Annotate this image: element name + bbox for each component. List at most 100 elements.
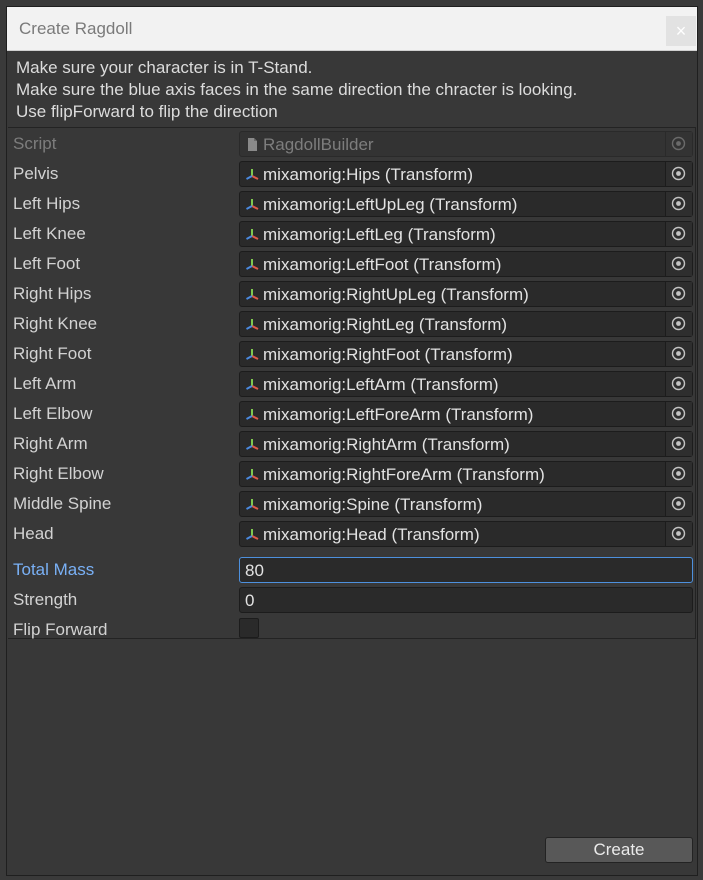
object-picker-icon <box>671 226 686 241</box>
right-knee-label: Right Knee <box>13 314 98 333</box>
right-arm-value: mixamorig:RightArm (Transform) <box>263 435 510 454</box>
script-row: Script RagdollBuilder <box>8 131 696 157</box>
bone-row-left-hips: Left Hips mixamorig:LeftUpLeg (Transform) <box>8 191 696 217</box>
script-field: RagdollBuilder <box>239 131 693 157</box>
right-elbow-label: Right Elbow <box>13 464 104 483</box>
script-label: Script <box>13 134 57 153</box>
bone-row-left-arm: Left Arm mixamorig:LeftArm (Transform) <box>8 371 696 397</box>
middle-spine-object-field[interactable]: mixamorig:Spine (Transform) <box>239 491 693 517</box>
flip-forward-row: Flip Forward <box>8 617 696 643</box>
bone-row-head: Head mixamorig:Head (Transform) <box>8 521 696 547</box>
flip-forward-label: Flip Forward <box>13 620 108 639</box>
object-picker-icon <box>671 196 686 211</box>
pelvis-label: Pelvis <box>13 164 59 183</box>
flip-forward-checkbox[interactable] <box>239 618 259 638</box>
bone-row-right-knee: Right Knee mixamorig:RightLeg (Transform) <box>8 311 696 337</box>
head-value: mixamorig:Head (Transform) <box>263 525 480 544</box>
bone-row-right-foot: Right Foot mixamorig:RightFoot (Transform… <box>8 341 696 367</box>
head-object-field[interactable]: mixamorig:Head (Transform) <box>239 521 693 547</box>
head-picker-button[interactable] <box>665 522 692 546</box>
head-label: Head <box>13 524 54 543</box>
left-hips-object-field[interactable]: mixamorig:LeftUpLeg (Transform) <box>239 191 693 217</box>
object-picker-icon <box>671 406 686 421</box>
left-elbow-object-field[interactable]: mixamorig:LeftForeArm (Transform) <box>239 401 693 427</box>
left-elbow-value: mixamorig:LeftForeArm (Transform) <box>263 405 534 424</box>
object-picker-icon <box>671 346 686 361</box>
help-line-3: Use flipForward to flip the direction <box>16 102 278 121</box>
create-ragdoll-window: Create Ragdoll × Make sure your characte… <box>6 6 698 876</box>
right-foot-label: Right Foot <box>13 344 92 363</box>
right-elbow-object-field[interactable]: mixamorig:RightForeArm (Transform) <box>239 461 693 487</box>
right-foot-picker-button[interactable] <box>665 342 692 366</box>
right-knee-picker-button[interactable] <box>665 312 692 336</box>
right-elbow-value: mixamorig:RightForeArm (Transform) <box>263 465 545 484</box>
bone-row-right-arm: Right Arm mixamorig:RightArm (Transform) <box>8 431 696 457</box>
left-knee-object-field[interactable]: mixamorig:LeftLeg (Transform) <box>239 221 693 247</box>
middle-spine-picker-button[interactable] <box>665 492 692 516</box>
left-arm-label: Left Arm <box>13 374 77 393</box>
left-hips-label: Left Hips <box>13 194 81 213</box>
object-picker-icon <box>671 286 686 301</box>
transform-axis-icon <box>246 409 259 420</box>
strength-label: Strength <box>13 590 78 609</box>
transform-axis-icon <box>246 169 259 180</box>
bone-row-left-foot: Left Foot mixamorig:LeftFoot (Transform) <box>8 251 696 277</box>
total-mass-value: 80 <box>245 561 264 580</box>
close-button[interactable]: × <box>666 16 696 46</box>
right-knee-object-field[interactable]: mixamorig:RightLeg (Transform) <box>239 311 693 337</box>
left-knee-value: mixamorig:LeftLeg (Transform) <box>263 225 496 244</box>
right-foot-object-field[interactable]: mixamorig:RightFoot (Transform) <box>239 341 693 367</box>
left-hips-picker-button[interactable] <box>665 192 692 216</box>
left-arm-picker-button[interactable] <box>665 372 692 396</box>
total-mass-row: Total Mass 80 <box>8 557 696 583</box>
transform-axis-icon <box>246 439 259 450</box>
total-mass-input[interactable]: 80 <box>239 557 693 583</box>
strength-input[interactable]: 0 <box>239 587 693 613</box>
pelvis-picker-button[interactable] <box>665 162 692 186</box>
right-arm-label: Right Arm <box>13 434 88 453</box>
transform-axis-icon <box>246 319 259 330</box>
left-elbow-label: Left Elbow <box>13 404 93 423</box>
left-elbow-picker-button[interactable] <box>665 402 692 426</box>
left-knee-picker-button[interactable] <box>665 222 692 246</box>
object-picker-icon <box>671 496 686 511</box>
help-text: Make sure your character is in T-Stand. … <box>16 57 577 123</box>
pelvis-object-field[interactable]: mixamorig:Hips (Transform) <box>239 161 693 187</box>
title-bar: Create Ragdoll × <box>7 7 697 51</box>
left-foot-picker-button[interactable] <box>665 252 692 276</box>
transform-axis-icon <box>246 469 259 480</box>
right-hips-picker-button[interactable] <box>665 282 692 306</box>
object-picker-icon <box>671 166 686 181</box>
left-foot-label: Left Foot <box>13 254 81 273</box>
bone-row-right-elbow: Right Elbow mixamorig:RightForeArm (Trans… <box>8 461 696 487</box>
right-hips-object-field[interactable]: mixamorig:RightUpLeg (Transform) <box>239 281 693 307</box>
transform-axis-icon <box>246 199 259 210</box>
left-foot-object-field[interactable]: mixamorig:LeftFoot (Transform) <box>239 251 693 277</box>
pelvis-value: mixamorig:Hips (Transform) <box>263 165 474 184</box>
transform-axis-icon <box>246 349 259 360</box>
transform-axis-icon <box>246 289 259 300</box>
bone-row-right-hips: Right Hips mixamorig:RightUpLeg (Transfor… <box>8 281 696 307</box>
middle-spine-value: mixamorig:Spine (Transform) <box>263 495 483 514</box>
left-arm-object-field[interactable]: mixamorig:LeftArm (Transform) <box>239 371 693 397</box>
help-line-2: Make sure the blue axis faces in the sam… <box>16 80 578 99</box>
inspector-panel: Script RagdollBuilder Pelvis mixamorig:Hi… <box>8 127 696 639</box>
object-picker-icon <box>671 376 686 391</box>
left-arm-value: mixamorig:LeftArm (Transform) <box>263 375 499 394</box>
object-picker-icon <box>671 466 686 481</box>
right-arm-picker-button[interactable] <box>665 432 692 456</box>
right-arm-object-field[interactable]: mixamorig:RightArm (Transform) <box>239 431 693 457</box>
script-file-icon <box>248 138 257 151</box>
strength-row: Strength 0 <box>8 587 696 613</box>
strength-value: 0 <box>245 591 255 610</box>
middle-spine-label: Middle Spine <box>13 494 112 513</box>
bone-row-pelvis: Pelvis mixamorig:Hips (Transform) <box>8 161 696 187</box>
transform-axis-icon <box>246 259 259 270</box>
right-elbow-picker-button[interactable] <box>665 462 692 486</box>
create-button[interactable]: Create <box>545 837 693 863</box>
script-value: RagdollBuilder <box>263 135 374 154</box>
right-foot-value: mixamorig:RightFoot (Transform) <box>263 345 513 364</box>
right-hips-label: Right Hips <box>13 284 92 303</box>
bone-row-left-knee: Left Knee mixamorig:LeftLeg (Transform) <box>8 221 696 247</box>
transform-axis-icon <box>246 229 259 240</box>
